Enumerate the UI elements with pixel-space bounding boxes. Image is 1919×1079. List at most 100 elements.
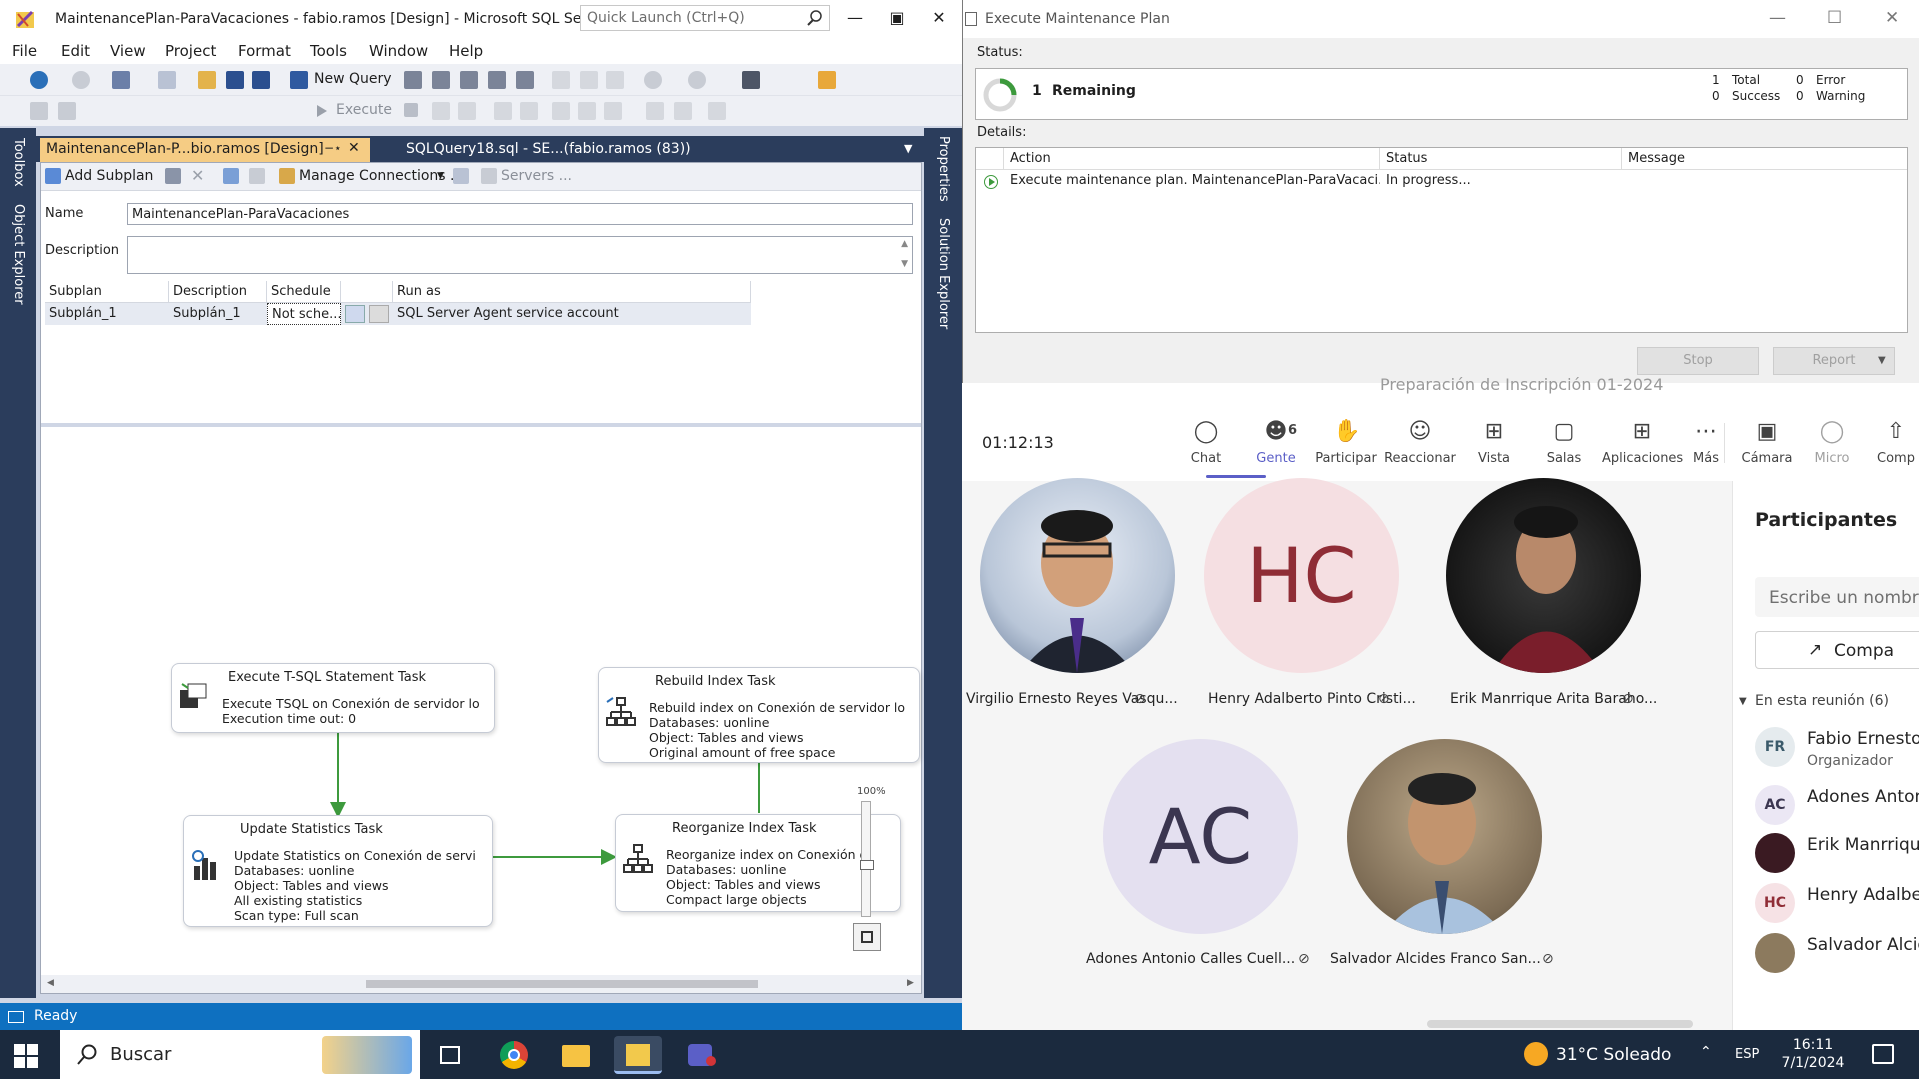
- reporting-icon[interactable]: [453, 168, 469, 184]
- undo-icon[interactable]: [644, 71, 662, 89]
- dialog-close-button[interactable]: ✕: [1885, 8, 1899, 28]
- details-message-cell[interactable]: [1622, 170, 1907, 192]
- menu-edit[interactable]: Edit: [61, 42, 90, 60]
- apps-button[interactable]: ⊞ Aplicaciones: [1602, 419, 1683, 466]
- task-view-icon[interactable]: [426, 1036, 474, 1074]
- open-file-icon[interactable]: [198, 71, 216, 89]
- rooms-button[interactable]: ▢ Salas: [1524, 419, 1604, 466]
- participant-row[interactable]: FR Fabio Ernesto Organizador: [1755, 721, 1919, 769]
- input-language[interactable]: ESP: [1735, 1047, 1759, 1062]
- new-query-button[interactable]: New Query: [314, 71, 392, 87]
- participant-row[interactable]: HC Henry Adalber: [1755, 877, 1919, 925]
- participant-photo[interactable]: [1446, 478, 1641, 673]
- menu-tools[interactable]: Tools: [310, 42, 347, 60]
- outdent-icon[interactable]: [674, 102, 692, 120]
- run-as-cell[interactable]: SQL Server Agent service account: [393, 303, 751, 325]
- details-action-cell[interactable]: Execute maintenance plan. MaintenancePla…: [1004, 170, 1380, 192]
- update-statistics-task-box[interactable]: Update Statistics Task Update Statistics…: [183, 815, 493, 927]
- participant-avatar[interactable]: AC: [1103, 739, 1298, 934]
- parse-icon[interactable]: [432, 102, 450, 120]
- share-button[interactable]: ⇧ Comp: [1866, 419, 1919, 466]
- delete-icon[interactable]: ✕: [191, 166, 204, 185]
- query-db-icon[interactable]: [404, 71, 422, 89]
- servers-button[interactable]: Servers ...: [501, 168, 572, 184]
- weather-text[interactable]: 31°C Soleado: [1556, 1045, 1671, 1065]
- view-button[interactable]: ⊞ Vista: [1454, 419, 1534, 466]
- results-text-icon[interactable]: [494, 102, 512, 120]
- remove-schedule-cell-icon[interactable]: [369, 305, 389, 323]
- chrome-icon[interactable]: [490, 1036, 538, 1074]
- redo-icon[interactable]: [688, 71, 706, 89]
- object-explorer-tab[interactable]: Object Explorer: [11, 204, 26, 305]
- file-explorer-icon[interactable]: [552, 1036, 600, 1074]
- new-query-icon[interactable]: [290, 71, 308, 89]
- pin-icon[interactable]: −⋆: [324, 141, 342, 155]
- participant-row[interactable]: AC Adones Anton: [1755, 779, 1919, 827]
- participant-row[interactable]: Salvador Alcid: [1755, 927, 1919, 975]
- windows-start-icon[interactable]: [14, 1044, 38, 1068]
- menu-view[interactable]: View: [110, 42, 146, 60]
- dax-query-icon[interactable]: [516, 71, 534, 89]
- notification-icon[interactable]: [1872, 1044, 1894, 1064]
- zoom-slider-thumb[interactable]: [860, 860, 874, 870]
- add-subplan-button[interactable]: Add Subplan: [65, 168, 153, 184]
- subplan-cell[interactable]: Subplán_1: [45, 303, 169, 325]
- report-dropdown-icon[interactable]: ▼: [1878, 348, 1886, 374]
- people-button[interactable]: ☻ 6 Gente: [1236, 419, 1316, 466]
- participant-photo[interactable]: [980, 478, 1175, 673]
- dropdown-icon[interactable]: ▼: [437, 171, 444, 181]
- paste-icon[interactable]: [606, 71, 624, 89]
- more-button[interactable]: ⋯ Más: [1682, 419, 1730, 466]
- plan-icon[interactable]: [604, 102, 622, 120]
- dialog-minimize-button[interactable]: —: [1769, 8, 1786, 28]
- schedule-cell[interactable]: Not sche...: [267, 303, 341, 325]
- plan-description-field[interactable]: ▲ ▼: [127, 236, 913, 274]
- mic-button[interactable]: ◯ Micro: [1800, 419, 1864, 466]
- chevron-up-icon[interactable]: ⌃: [1700, 1044, 1712, 1060]
- chevron-down-icon[interactable]: ▼: [1739, 696, 1747, 707]
- menu-project[interactable]: Project: [165, 42, 216, 60]
- report-button[interactable]: Report ▼: [1773, 347, 1895, 375]
- horizontal-scrollbar-thumb[interactable]: [366, 980, 758, 988]
- share-invite-button[interactable]: ↗ Compa: [1755, 631, 1919, 669]
- horizontal-scrollbar[interactable]: ◀ ▶: [41, 975, 921, 993]
- uncomment-icon[interactable]: [578, 102, 596, 120]
- indent-icon[interactable]: [646, 102, 664, 120]
- minimize-button[interactable]: —: [840, 6, 870, 30]
- dmx-query-icon[interactable]: [460, 71, 478, 89]
- toolbox-tab[interactable]: Toolbox: [11, 138, 26, 187]
- participant-avatar[interactable]: HC: [1204, 478, 1399, 673]
- tab-overflow-icon[interactable]: ▼: [904, 142, 912, 155]
- stop-icon[interactable]: [404, 103, 418, 117]
- statistics-icon[interactable]: [708, 102, 726, 120]
- plan-name-field[interactable]: MaintenancePlan-ParaVacaciones: [127, 203, 913, 225]
- xmla-query-icon[interactable]: [488, 71, 506, 89]
- solution-explorer-tab[interactable]: Solution Explorer: [936, 218, 951, 329]
- comment-icon[interactable]: [552, 102, 570, 120]
- menu-window[interactable]: Window: [369, 42, 428, 60]
- menu-file[interactable]: File: [12, 42, 37, 60]
- teams-taskbar-icon[interactable]: [676, 1036, 724, 1074]
- dialog-maximize-button[interactable]: ☐: [1827, 8, 1842, 28]
- connect-icon[interactable]: [30, 102, 48, 120]
- add-item-icon[interactable]: [158, 71, 176, 89]
- in-meeting-section[interactable]: En esta reunión (6): [1755, 693, 1889, 709]
- taskbar-search-box[interactable]: Buscar: [60, 1030, 420, 1079]
- schedule-icon[interactable]: [223, 168, 239, 184]
- participant-row[interactable]: Erik Manrrique: [1755, 827, 1919, 875]
- scroll-up-icon[interactable]: ▲: [901, 239, 908, 249]
- participant-photo[interactable]: [1347, 739, 1542, 934]
- results-grid-icon[interactable]: [458, 102, 476, 120]
- participant-search-input[interactable]: Escribe un nombre: [1755, 577, 1919, 617]
- back-icon[interactable]: [30, 71, 48, 89]
- weather-sun-icon[interactable]: [1524, 1042, 1548, 1066]
- mdx-query-icon[interactable]: [432, 71, 450, 89]
- results-file-icon[interactable]: [520, 102, 538, 120]
- reorganize-index-task-box[interactable]: Reorganize Index Task Reorganize index o…: [615, 814, 901, 912]
- ssms-taskbar-icon[interactable]: [614, 1036, 662, 1074]
- zoom-slider[interactable]: [860, 801, 874, 917]
- react-button[interactable]: ☺ Reaccionar: [1380, 419, 1460, 466]
- execute-button[interactable]: Execute: [336, 102, 392, 118]
- quick-launch-input[interactable]: Quick Launch (Ctrl+Q): [580, 5, 830, 31]
- camera-button[interactable]: ▣ Cámara: [1732, 419, 1802, 466]
